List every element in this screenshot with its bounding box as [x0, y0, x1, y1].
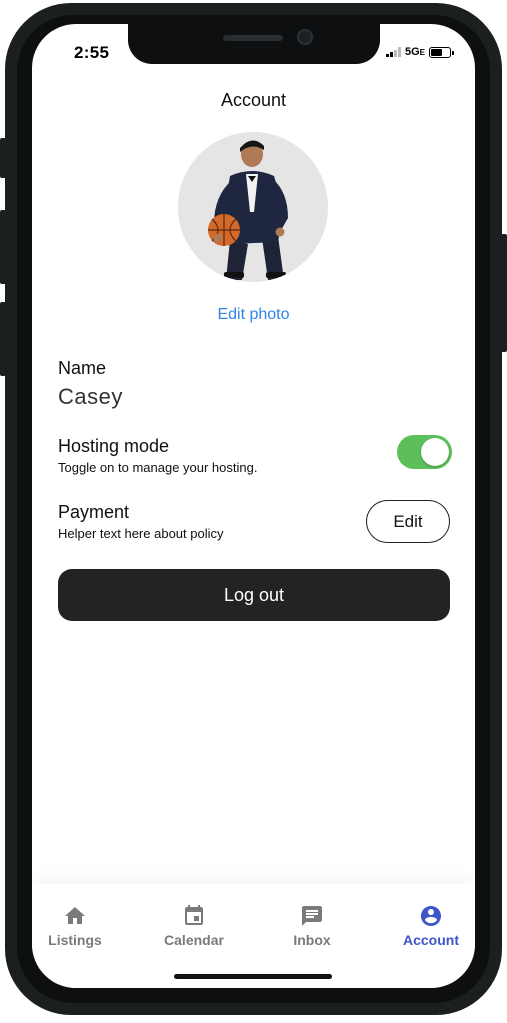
tab-listings[interactable]: Listings	[32, 904, 130, 948]
speaker	[223, 35, 283, 41]
home-indicator[interactable]	[174, 974, 332, 979]
name-label: Name	[58, 358, 107, 378]
home-icon	[65, 907, 85, 924]
network-label: 5GE	[404, 46, 425, 58]
tab-label: Account	[403, 932, 459, 948]
mute-switch	[0, 138, 6, 178]
signal-icon	[385, 47, 401, 57]
hosting-mode-toggle[interactable]	[397, 435, 452, 469]
camera	[297, 29, 313, 45]
tab-label: Calendar	[164, 932, 224, 948]
avatar[interactable]	[178, 132, 328, 282]
logout-button[interactable]: Log out	[58, 569, 450, 621]
page-title: Account	[220, 90, 287, 110]
account-icon	[421, 906, 441, 926]
tab-inbox[interactable]: Inbox	[257, 904, 367, 948]
tab-account[interactable]: Account	[376, 904, 475, 948]
payment-helper: Helper text here about policy	[58, 526, 224, 541]
calendar-icon	[185, 905, 203, 925]
tab-label: Listings	[48, 932, 102, 948]
power-button	[501, 234, 507, 352]
message-icon	[302, 906, 322, 926]
status-indicators: 5GE	[385, 46, 454, 58]
hosting-mode-helper: Toggle on to manage your hosting.	[58, 460, 258, 475]
volume-down-button	[0, 302, 6, 376]
volume-up-button	[0, 210, 6, 284]
tab-bar: Listings Calendar Inbox Account	[32, 884, 475, 988]
toggle-knob	[421, 438, 449, 466]
status-time: 2:55	[74, 43, 110, 62]
screen: 2:55 5GE Account Edit photo Name Casey H…	[32, 24, 475, 988]
payment-edit-button[interactable]: Edit	[366, 500, 450, 543]
profile-photo	[178, 132, 328, 282]
battery-icon	[429, 46, 454, 58]
payment-title: Payment	[58, 502, 130, 522]
tab-calendar[interactable]: Calendar	[139, 904, 249, 948]
notch	[128, 24, 380, 64]
tab-label: Inbox	[293, 932, 331, 948]
hosting-mode-title: Hosting mode	[58, 436, 170, 456]
name-value[interactable]: Casey	[58, 384, 123, 410]
edit-photo-link[interactable]: Edit photo	[32, 306, 475, 324]
